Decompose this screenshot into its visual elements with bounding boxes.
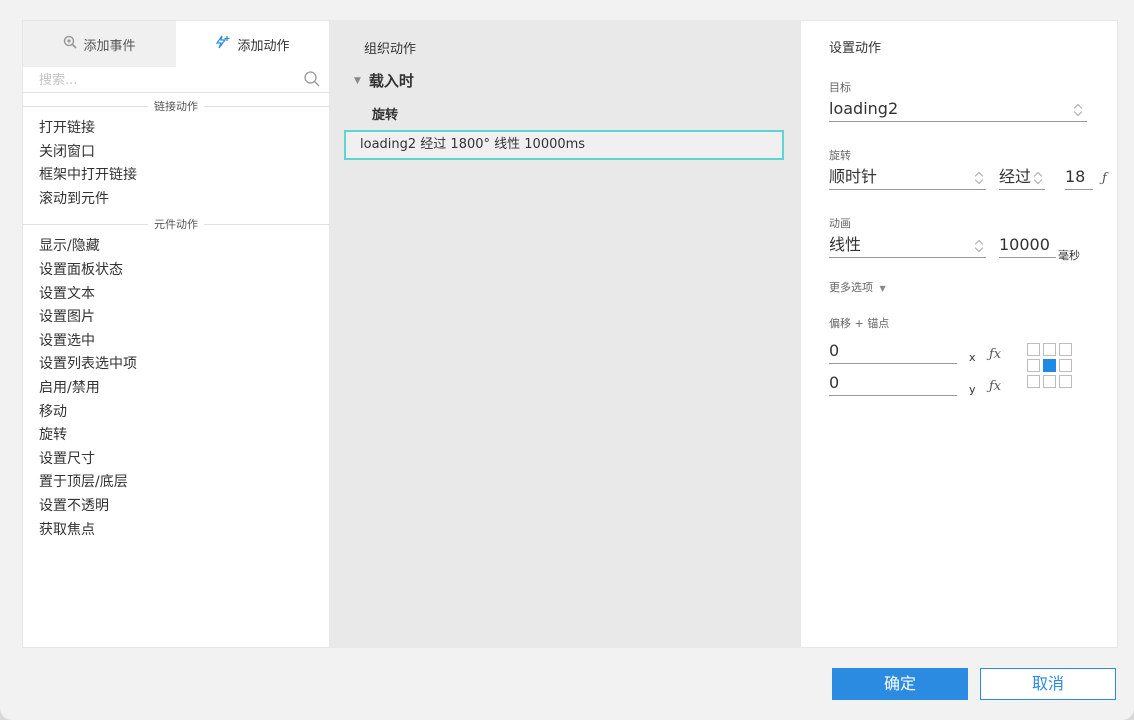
anchor-top-center[interactable] xyxy=(1043,343,1056,356)
offset-y-fx-icon[interactable]: ƒx xyxy=(989,379,1001,394)
anchor-bottom-right[interactable] xyxy=(1059,375,1072,388)
target-label: 目标 xyxy=(829,81,851,94)
easing-select[interactable]: 线性 xyxy=(829,233,986,258)
action-open-link[interactable]: 打开链接 xyxy=(23,117,329,141)
action-enable-disable[interactable]: 启用/禁用 xyxy=(23,377,329,401)
action-bring-front-back[interactable]: 置于顶层/底层 xyxy=(23,471,329,495)
target-dropdown-icon[interactable] xyxy=(1074,103,1083,117)
offset-x-input[interactable]: 0 xyxy=(829,339,957,364)
action-set-opacity[interactable]: 设置不透明 xyxy=(23,495,329,519)
search-input[interactable] xyxy=(23,67,329,93)
action-set-image[interactable]: 设置图片 xyxy=(23,306,329,330)
y-label: y xyxy=(969,383,976,396)
tab-add-event[interactable]: 添加事件 xyxy=(23,21,176,67)
group-header-widget-actions: 元件动作 xyxy=(23,213,329,235)
search-icon[interactable] xyxy=(303,70,321,88)
action-scroll-to-widget[interactable]: 滚动到元件 xyxy=(23,188,329,212)
group-title: 链接动作 xyxy=(148,98,204,114)
tab-add-event-label: 添加事件 xyxy=(83,38,136,54)
animation-label: 动画 xyxy=(829,217,851,230)
anchor-middle-left[interactable] xyxy=(1027,359,1040,372)
selected-action-row[interactable]: loading2 经过 1800° 线性 10000ms xyxy=(344,130,784,160)
action-focus[interactable]: 获取焦点 xyxy=(23,519,329,543)
rotate-label: 旋转 xyxy=(829,149,851,162)
event-label: 载入时 xyxy=(368,72,414,90)
anchor-center[interactable] xyxy=(1043,359,1056,372)
action-set-text[interactable]: 设置文本 xyxy=(23,283,329,307)
anchor-bottom-left[interactable] xyxy=(1027,375,1040,388)
duration-input[interactable]: 10000 xyxy=(999,233,1056,258)
offset-anchor-label: 偏移 + 锚点 xyxy=(829,317,890,330)
action-set-selected[interactable]: 设置选中 xyxy=(23,330,329,354)
action-search xyxy=(23,67,329,93)
event-node[interactable]: ▼ 载入时 xyxy=(354,70,414,91)
caret-down-icon: ▼ xyxy=(879,284,886,293)
configure-action-panel: 设置动作 目标 loading2 旋转 顺时针 经过 18 ƒ 动画 线性 10… xyxy=(800,20,1118,648)
degree-input[interactable]: 18 xyxy=(1065,165,1093,190)
via-dropdown-icon[interactable] xyxy=(1034,171,1043,185)
anchor-point-grid xyxy=(1027,343,1072,388)
anchor-top-right[interactable] xyxy=(1059,343,1072,356)
anchor-middle-right[interactable] xyxy=(1059,359,1072,372)
panel-title: 组织动作 xyxy=(364,42,417,57)
action-set-size[interactable]: 设置尺寸 xyxy=(23,448,329,472)
cancel-button[interactable]: 取消 xyxy=(980,668,1116,700)
set-action-dialog: 添加事件 添加动作 链接动作 打开链接 关闭窗口 框架中打开链接 滚动到元件 xyxy=(0,0,1134,720)
action-library-panel: 添加事件 添加动作 链接动作 打开链接 关闭窗口 框架中打开链接 滚动到元件 xyxy=(22,20,330,648)
action-close-window[interactable]: 关闭窗口 xyxy=(23,141,329,165)
anchor-bottom-center[interactable] xyxy=(1043,375,1056,388)
action-set-panel-state[interactable]: 设置面板状态 xyxy=(23,259,329,283)
group-title: 元件动作 xyxy=(148,216,204,233)
group-header-link-actions: 链接动作 xyxy=(23,95,329,117)
more-options-label: 更多选项 xyxy=(829,281,873,294)
tab-add-action-label: 添加动作 xyxy=(237,38,290,54)
lightning-plus-icon xyxy=(215,35,231,53)
offset-y-input[interactable]: 0 xyxy=(829,371,957,396)
action-move[interactable]: 移动 xyxy=(23,401,329,425)
ok-button[interactable]: 确定 xyxy=(832,668,968,700)
direction-select[interactable]: 顺时针 xyxy=(829,165,986,190)
degree-fx-icon[interactable]: ƒ xyxy=(1102,171,1107,186)
target-select[interactable]: loading2 xyxy=(829,97,1087,122)
case-node[interactable]: 旋转 xyxy=(372,104,398,123)
organize-actions-panel: 组织动作 ▼ 载入时 旋转 loading2 经过 1800° 线性 10000… xyxy=(330,20,800,648)
action-open-link-in-frame[interactable]: 框架中打开链接 xyxy=(23,164,329,188)
action-show-hide[interactable]: 显示/隐藏 xyxy=(23,235,329,259)
more-options-toggle[interactable]: 更多选项 ▼ xyxy=(829,279,886,295)
action-set-list-selection[interactable]: 设置列表选中项 xyxy=(23,353,329,377)
x-label: x xyxy=(969,351,976,364)
action-rotate[interactable]: 旋转 xyxy=(23,424,329,448)
offset-x-fx-icon[interactable]: ƒx xyxy=(989,347,1001,362)
easing-dropdown-icon[interactable] xyxy=(975,239,984,253)
library-tabs: 添加事件 添加动作 xyxy=(23,21,329,67)
anchor-top-left[interactable] xyxy=(1027,343,1040,356)
duration-unit: 毫秒 xyxy=(1058,249,1080,262)
tab-add-action[interactable]: 添加动作 xyxy=(176,21,329,67)
direction-dropdown-icon[interactable] xyxy=(975,171,984,185)
panel-title: 设置动作 xyxy=(829,41,882,56)
collapse-triangle-icon[interactable]: ▼ xyxy=(354,76,361,86)
gear-search-icon xyxy=(63,35,78,53)
